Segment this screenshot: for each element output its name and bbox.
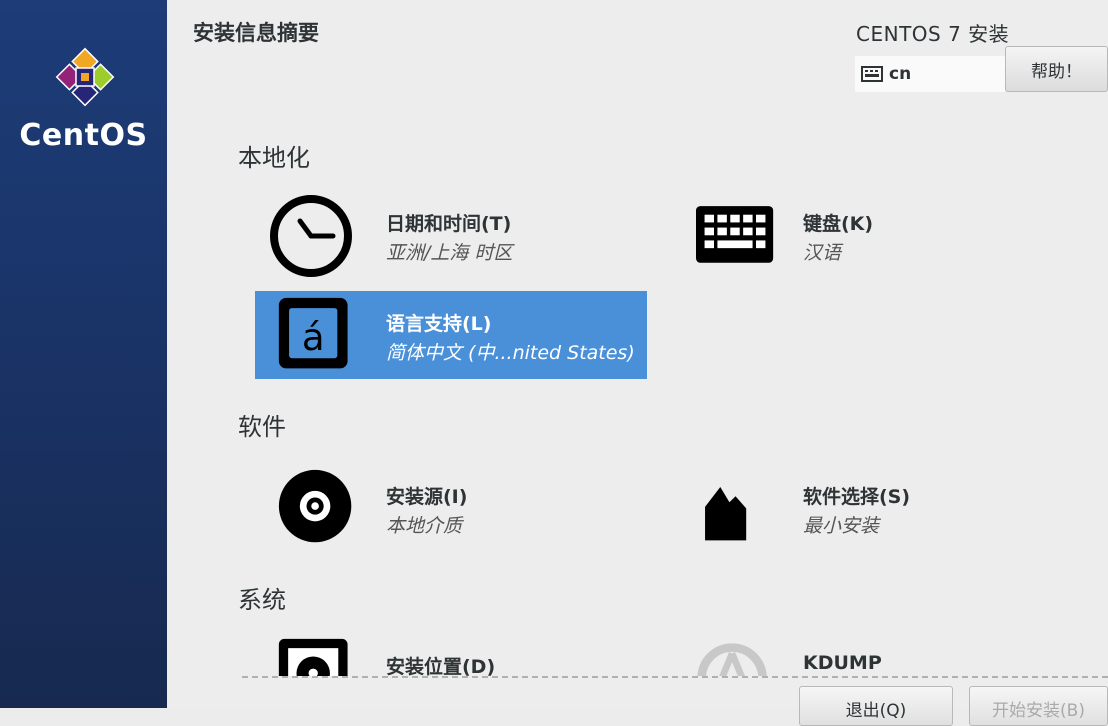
disc-icon [278, 469, 352, 543]
sidebar: CentOS [0, 0, 167, 708]
spoke-status: 汉语 [803, 242, 842, 264]
spoke-title: 键盘(K) [803, 213, 874, 235]
scroll-divider [242, 676, 1108, 678]
spoke-status: 最小安装 [803, 515, 880, 537]
section-title-software: 软件 [238, 413, 286, 441]
harddisk-icon [278, 638, 348, 676]
spoke-title: 语言支持(L) [386, 313, 492, 335]
spoke-keyboard[interactable]: 键盘(K) 汉语 [672, 191, 1064, 279]
spoke-title: 安装源(I) [386, 486, 468, 508]
spoke-status: 亚洲/上海 时区 [386, 242, 513, 264]
keyboard-small-icon [861, 66, 883, 82]
keyboard-layout-indicator[interactable]: cn [855, 56, 1005, 92]
kdump-icon [697, 643, 767, 676]
spoke-status: 本地介质 [386, 515, 463, 537]
spoke-title: KDUMP [803, 652, 882, 674]
spoke-date-time[interactable]: 日期和时间(T) 亚洲/上海 时区 [255, 191, 647, 279]
spoke-title: 安装位置(D) [386, 656, 496, 676]
spoke-installation-destination[interactable]: 安装位置(D) [255, 636, 647, 676]
clock-icon [270, 195, 352, 277]
brand-name: CentOS [19, 118, 148, 153]
package-icon [705, 487, 747, 541]
keyboard-layout-label: cn [889, 64, 912, 84]
spoke-language-support[interactable]: á 语言支持(L) 简体中文 (中...nited States) [255, 291, 647, 379]
product-title: CENTOS 7 安装 [856, 22, 1010, 46]
spoke-status: 简体中文 (中...nited States) [386, 342, 635, 364]
section-title-localization: 本地化 [238, 144, 310, 172]
language-icon: á [278, 297, 348, 369]
spoke-installation-source[interactable]: 安装源(I) 本地介质 [255, 464, 647, 552]
page-title: 安装信息摘要 [193, 21, 319, 45]
help-button[interactable]: 帮助！ [1005, 46, 1108, 92]
spoke-kdump[interactable]: KDUMP [672, 636, 1064, 676]
quit-button[interactable]: 退出(Q) [799, 686, 953, 726]
installation-summary: 安装信息摘要 CENTOS 7 安装 cn 帮助！ 本地化 日期和时间(T) 亚… [167, 0, 1108, 726]
begin-installation-button[interactable]: 开始安装(B) [969, 686, 1108, 726]
spoke-title: 日期和时间(T) [386, 213, 512, 235]
spoke-software-selection[interactable]: 软件选择(S) 最小安装 [672, 464, 1064, 552]
keyboard-icon [696, 206, 774, 263]
section-title-system: 系统 [238, 586, 286, 614]
centos-logo-icon [55, 47, 115, 107]
spoke-title: 软件选择(S) [803, 486, 911, 508]
svg-text:á: á [302, 316, 325, 359]
